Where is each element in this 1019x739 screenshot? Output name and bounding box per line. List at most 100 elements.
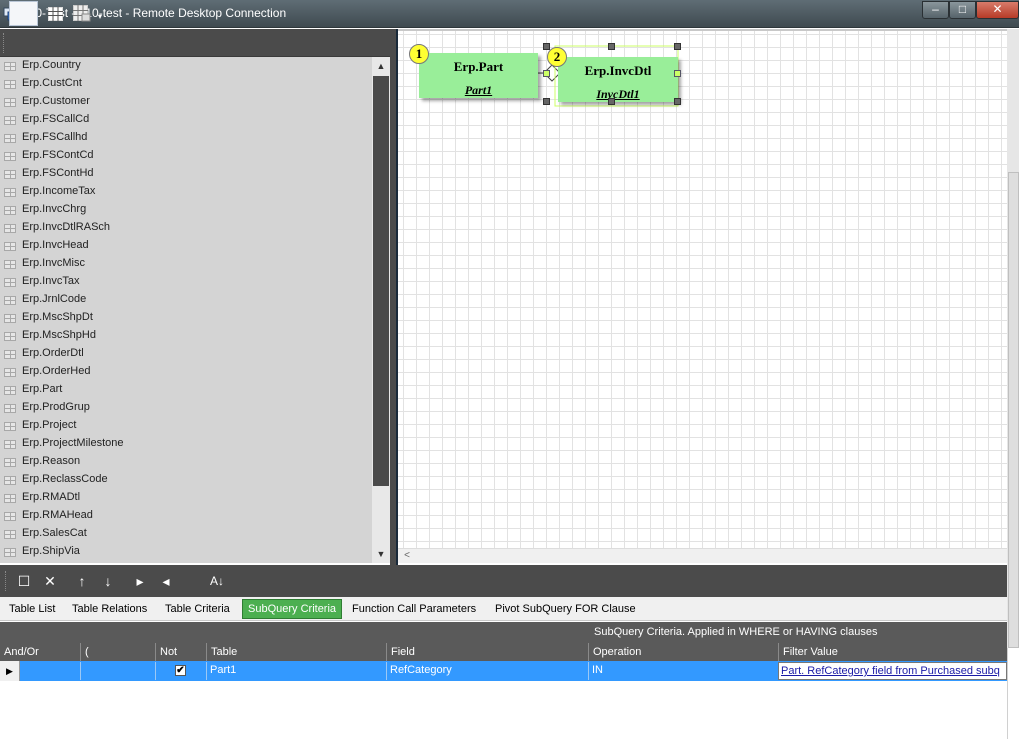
scroll-up-arrow-icon[interactable]: ▲ [372,57,390,75]
tab-table-relations[interactable]: Table Relations [72,599,147,619]
move-down-icon[interactable]: ↓ [98,571,118,591]
row-selector-arrow-icon[interactable]: ▶ [0,661,20,681]
list-item[interactable]: Erp.RMADtl [0,489,372,507]
list-item[interactable]: Erp.MscShpHd [0,327,372,345]
resize-handle[interactable] [543,98,550,105]
back-icon[interactable]: ◂ [156,571,176,591]
list-item[interactable]: Erp.Project [0,417,372,435]
criteria-toolbar [0,565,1007,597]
node-alias: Part1 [464,83,493,97]
delete-icon[interactable]: ✕ [40,571,60,591]
panel-splitter[interactable] [390,29,398,565]
cell-field[interactable]: RefCategory [386,662,588,680]
list-item-label: Erp.RMADtl [22,491,81,503]
table-icon [4,332,16,341]
grid-empty-area[interactable] [0,681,1007,739]
list-item[interactable]: Erp.MscShpDt [0,309,372,327]
scroll-down-arrow-icon[interactable]: ▼ [372,545,390,563]
column-header-operation[interactable]: Operation [588,643,778,661]
new-icon[interactable]: ☐ [14,571,34,591]
table-icon [4,188,16,197]
column-header-field[interactable]: Field [386,643,588,661]
list-item[interactable]: Erp.ReclassCode [0,471,372,489]
tab-pivot-subquery-for-clause[interactable]: Pivot SubQuery FOR Clause [495,599,636,619]
move-up-icon[interactable]: ↑ [72,571,92,591]
cell-filter-value-link[interactable]: Part. RefCategory field from Purchased s… [778,662,1007,680]
cell-and-or[interactable] [20,662,80,680]
tab-subquery-criteria[interactable]: SubQuery Criteria [242,599,343,619]
list-item[interactable]: Erp.OrderDtl [0,345,372,363]
list-item[interactable]: Erp.ShipVia [0,543,372,561]
list-item[interactable]: Erp.SalesCat [0,525,372,543]
table-icon [4,152,16,161]
list-item[interactable]: Erp.FSContCd [0,147,372,165]
grid-vertical-scrollbar[interactable] [1007,648,1019,739]
list-item[interactable]: Erp.FSCallCd [0,111,372,129]
sort-az-icon[interactable]: A↓ [204,571,230,591]
node-number-badge: 1 [409,44,429,64]
scrollbar-thumb[interactable] [373,76,389,486]
resize-handle[interactable] [543,70,550,77]
tab-function-call-parameters[interactable]: Function Call Parameters [352,599,476,619]
list-item[interactable]: Erp.RMAHead [0,507,372,525]
list-item[interactable]: Erp.InvcTax [0,273,372,291]
list-item[interactable]: Erp.InvcHead [0,237,372,255]
node-table-name: Erp.Part [453,59,504,74]
play-icon[interactable]: ▸ [130,571,150,591]
column-header-not[interactable]: Not [155,643,206,661]
calculator-icon[interactable] [73,5,91,22]
maximize-button[interactable]: □ [949,1,976,19]
list-item[interactable]: Erp.InvcDtlRASch [0,219,372,237]
resize-handle[interactable] [674,70,681,77]
list-item-label: Erp.InvcHead [22,239,89,251]
column-header-paren[interactable]: ( [80,643,155,661]
resize-handle[interactable] [674,43,681,50]
table-icon [4,62,16,71]
not-checkbox[interactable]: ✔ [175,665,186,676]
column-header-filter-value[interactable]: Filter Value [778,643,1007,661]
list-item[interactable]: Erp.IncomeTax [0,183,372,201]
blank-view-icon[interactable] [9,1,38,26]
column-header-table[interactable]: Table [206,643,386,661]
table-list-toolbar [0,29,393,57]
table-icon [4,224,16,233]
table-icon [4,314,16,323]
table-node-part[interactable]: Erp.Part Part1 [419,53,538,98]
list-item[interactable]: Erp.ProjectMilestone [0,435,372,453]
list-item-label: Erp.MscShpDt [22,311,93,323]
scroll-left-arrow-icon[interactable]: < [400,548,414,563]
canvas-horizontal-scrollbar[interactable] [398,548,1007,563]
tab-table-list[interactable]: Table List [9,599,55,619]
list-item[interactable]: Erp.Reason [0,453,372,471]
cell-table[interactable]: Part1 [206,662,386,680]
list-item[interactable]: Erp.ProdGrup [0,399,372,417]
grid-icon[interactable] [48,7,63,21]
table-icon [4,404,16,413]
close-button[interactable]: ✕ [976,1,1019,19]
cell-paren[interactable] [80,662,155,680]
table-node-invcdtl[interactable]: Erp.InvcDtl InvcDtl1 [558,57,678,102]
resize-handle[interactable] [543,43,550,50]
resize-handle[interactable] [608,98,615,105]
column-header-and-or[interactable]: And/Or [0,643,80,661]
list-item[interactable]: Erp.Customer [0,93,372,111]
resize-handle[interactable] [674,98,681,105]
list-item[interactable]: Erp.InvcChrg [0,201,372,219]
scrollbar-thumb[interactable] [1008,172,1019,648]
query-design-canvas[interactable]: Erp.Part Part1 1 Erp.InvcDtl InvcDtl1 2 [398,29,1007,548]
list-item[interactable]: Erp.InvcMisc [0,255,372,273]
list-item[interactable]: Erp.FSContHd [0,165,372,183]
list-item[interactable]: Erp.FSCallhd [0,129,372,147]
minimize-button[interactable]: – [922,1,949,19]
list-item-label: Erp.Customer [22,95,90,107]
list-item[interactable]: Erp.Country [0,57,372,75]
list-item[interactable]: Erp.Part [0,381,372,399]
list-item[interactable]: Erp.CustCnt [0,75,372,93]
list-item[interactable]: Erp.OrderHed [0,363,372,381]
list-item[interactable]: Erp.JrnlCode [0,291,372,309]
dropdown-arrow-icon[interactable]: ▾ [98,12,102,21]
tab-table-criteria[interactable]: Table Criteria [165,599,230,619]
list-item-label: Erp.RMAHead [22,509,93,521]
cell-operation[interactable]: IN [588,662,778,680]
resize-handle[interactable] [608,43,615,50]
